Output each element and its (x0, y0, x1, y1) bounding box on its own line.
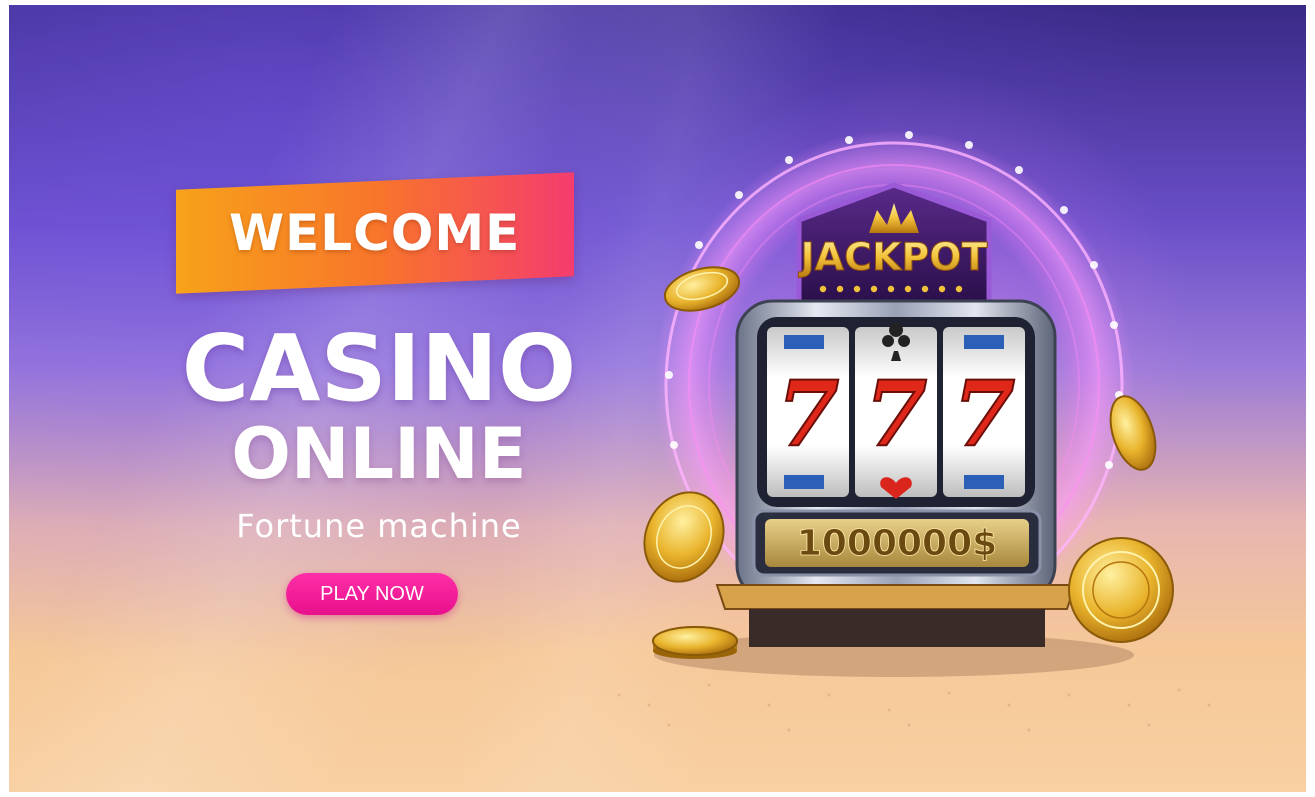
heart-row (819, 285, 963, 293)
reel-3-symbol: 7 (953, 361, 1016, 467)
casino-banner: WELCOME CASINO ONLINE Fortune machine PL… (9, 5, 1306, 792)
reel-1-symbol: 7 (777, 361, 840, 467)
reels: 7 7 7 (767, 323, 1025, 499)
slot-machine-illustration: JACKPOT 7 7 7 1000000$ (617, 130, 1211, 732)
prize-label: 1000000$ (797, 523, 997, 564)
coin-icon (652, 626, 738, 659)
prize-display: 1000000$ (752, 509, 1042, 577)
reel-2-symbol: 7 (865, 361, 928, 467)
jackpot-label: JACKPOT (798, 235, 988, 279)
coin-icon (1068, 537, 1174, 643)
floor-glitter (617, 683, 1211, 732)
slot-machine-base (715, 584, 1077, 647)
